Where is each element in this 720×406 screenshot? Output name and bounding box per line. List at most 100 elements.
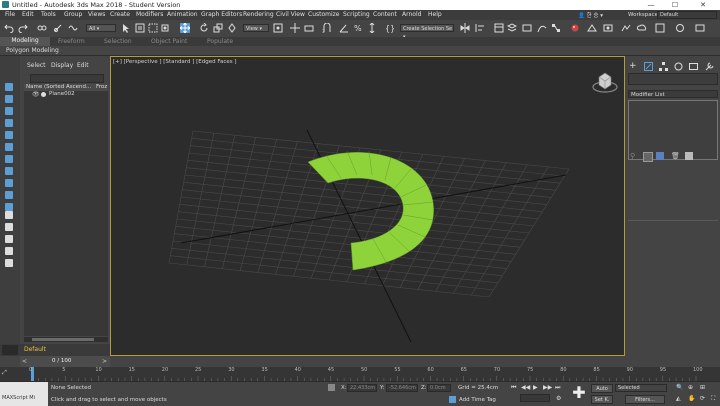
- align-icon[interactable]: [475, 23, 485, 33]
- key-filters-button[interactable]: Filters...: [625, 395, 665, 404]
- workspace-dropdown[interactable]: Default: [657, 11, 717, 19]
- unlink-selection-icon[interactable]: [53, 23, 63, 33]
- rendered-frame-window-icon[interactable]: [603, 23, 613, 33]
- pin-stack-icon[interactable]: ⚲: [630, 152, 635, 160]
- edit-named-selection-icon[interactable]: {}: [384, 23, 394, 33]
- current-frame-field[interactable]: [520, 394, 550, 402]
- menu-arnold[interactable]: Arnold: [402, 11, 421, 18]
- time-slider[interactable]: < 0 / 100 >: [20, 356, 110, 367]
- select-and-scale-icon[interactable]: [213, 23, 223, 33]
- ribbon-tab-modeling[interactable]: Modeling: [0, 37, 50, 46]
- make-unique-icon[interactable]: [656, 152, 664, 160]
- mirror-icon[interactable]: [460, 23, 470, 33]
- set-key-button[interactable]: Set K.: [591, 395, 613, 404]
- menu-civil-view[interactable]: Civil View: [276, 11, 305, 18]
- maximize-viewport-icon[interactable]: ⛶: [711, 395, 715, 403]
- maximize-button[interactable]: ☐: [664, 0, 686, 10]
- menu-group[interactable]: Group: [64, 11, 82, 18]
- display-none-icon[interactable]: [5, 235, 13, 243]
- select-by-name-icon[interactable]: [135, 23, 145, 33]
- viewport-label[interactable]: [+] [Perspective ] [Standard ] [Edged Fa…: [113, 59, 237, 65]
- set-key-big-icon[interactable]: ✚: [570, 384, 588, 402]
- curve-editor-icon[interactable]: [537, 23, 547, 33]
- zoom-all-icon[interactable]: ⊕: [688, 384, 693, 391]
- object-name-field[interactable]: [628, 73, 718, 85]
- create-panel-icon[interactable]: +: [629, 61, 637, 71]
- explorer-tab-edit[interactable]: Edit: [77, 62, 89, 69]
- material-editor-icon[interactable]: [570, 23, 580, 33]
- pan-view-icon[interactable]: ✋: [688, 395, 695, 402]
- select-and-place-icon[interactable]: [227, 23, 237, 33]
- menu-scripting[interactable]: Scripting: [343, 11, 370, 18]
- window-crossing-icon[interactable]: [160, 23, 170, 33]
- modify-panel-icon[interactable]: [644, 62, 653, 71]
- next-frame-icon[interactable]: ▶▶: [543, 384, 552, 391]
- modifier-list-dropdown[interactable]: Modifier List: [628, 90, 718, 98]
- ribbon-panel-title[interactable]: Polygon Modeling: [6, 47, 59, 54]
- open-autodesk-a360-gallery-icon[interactable]: [695, 23, 705, 33]
- track-bar[interactable]: ⤢ 0 5 10 15 20 25 30 35 40 45 50 55 60 65 70 75 80 85 90 95…: [0, 367, 720, 381]
- angle-snap-icon[interactable]: [339, 23, 349, 33]
- selection-filter-dropdown[interactable]: All ▾: [86, 24, 116, 32]
- go-to-start-icon[interactable]: ⏮: [511, 384, 516, 392]
- time-configuration-icon[interactable]: ⚙: [556, 395, 561, 402]
- ribbon-tab-populate[interactable]: Populate: [207, 38, 233, 45]
- menu-graph-editors[interactable]: Graph Editors: [201, 11, 242, 18]
- viewcube-icon[interactable]: [591, 69, 619, 95]
- visibility-eye-icon[interactable]: 👁: [32, 91, 40, 98]
- plane002-mesh[interactable]: [307, 152, 434, 271]
- invert-display-icon[interactable]: [5, 247, 13, 255]
- time-tag-icon[interactable]: [449, 396, 456, 403]
- percent-snap-icon[interactable]: %: [353, 23, 363, 33]
- display-frozen-icon[interactable]: [5, 203, 13, 211]
- schematic-view-icon[interactable]: [551, 23, 561, 33]
- add-time-tag-button[interactable]: Add Time Tag: [459, 397, 496, 403]
- key-selection-dropdown[interactable]: Selected: [615, 384, 667, 392]
- named-selection-set-dropdown[interactable]: Create Selection Se ▾: [400, 24, 454, 40]
- rectangular-selection-region-icon[interactable]: [148, 23, 158, 33]
- spinner-snap-icon[interactable]: [367, 23, 377, 33]
- keyboard-shortcut-override-icon[interactable]: [304, 23, 314, 33]
- display-all-icon[interactable]: [5, 223, 13, 231]
- display-hidden-icon[interactable]: [5, 211, 13, 219]
- orbit-icon[interactable]: ⟳: [700, 395, 705, 402]
- z-coordinate-field[interactable]: 0.0cm: [427, 384, 451, 392]
- display-panel-icon[interactable]: [689, 62, 698, 71]
- x-coordinate-field[interactable]: 22.433cm: [347, 384, 377, 392]
- select-object-icon[interactable]: [121, 23, 131, 33]
- display-space-warps-icon[interactable]: [5, 143, 13, 151]
- arnold-render-icon[interactable]: [675, 23, 685, 33]
- render-production-icon[interactable]: [621, 23, 631, 33]
- display-groups-icon[interactable]: [5, 155, 13, 163]
- explorer-tab-select[interactable]: Select: [27, 62, 46, 69]
- ribbon-tab-selection[interactable]: Selection: [104, 38, 132, 45]
- minimize-button[interactable]: —: [640, 0, 662, 10]
- menu-edit[interactable]: Edit: [22, 11, 34, 18]
- auto-key-button[interactable]: Auto: [591, 384, 613, 393]
- menu-create[interactable]: Create: [110, 11, 130, 18]
- perspective-viewport[interactable]: [+] [Perspective ] [Standard ] [Edged Fa…: [110, 56, 625, 356]
- ribbon-tab-object-paint[interactable]: Object Paint: [151, 38, 187, 45]
- play-icon[interactable]: ▶: [533, 384, 538, 391]
- modifier-stack[interactable]: [628, 100, 718, 160]
- display-cameras-icon[interactable]: [5, 119, 13, 127]
- toggle-layer-explorer-icon[interactable]: [507, 23, 517, 33]
- display-shapes-icon[interactable]: [5, 95, 13, 103]
- lock-selection-icon[interactable]: [5, 259, 13, 267]
- render-setup-icon[interactable]: [587, 23, 597, 33]
- motion-panel-icon[interactable]: [674, 62, 683, 71]
- menu-file[interactable]: File: [5, 11, 15, 18]
- menu-content[interactable]: Content: [373, 11, 397, 18]
- menu-views[interactable]: Views: [88, 11, 105, 18]
- reference-coordinate-dropdown[interactable]: View ▾: [243, 24, 269, 32]
- redo-icon[interactable]: [18, 23, 28, 33]
- close-button[interactable]: ✕: [692, 0, 714, 10]
- time-prev-icon[interactable]: <: [22, 358, 27, 365]
- toggle-ribbon-icon[interactable]: [522, 23, 532, 33]
- show-end-result-icon[interactable]: [643, 152, 653, 162]
- select-and-move-icon[interactable]: [180, 23, 190, 33]
- isolate-selection-icon[interactable]: [328, 384, 335, 391]
- display-helpers-icon[interactable]: [5, 131, 13, 139]
- explorer-search-input[interactable]: [30, 74, 104, 83]
- list-item[interactable]: 👁 Plane002: [24, 91, 108, 98]
